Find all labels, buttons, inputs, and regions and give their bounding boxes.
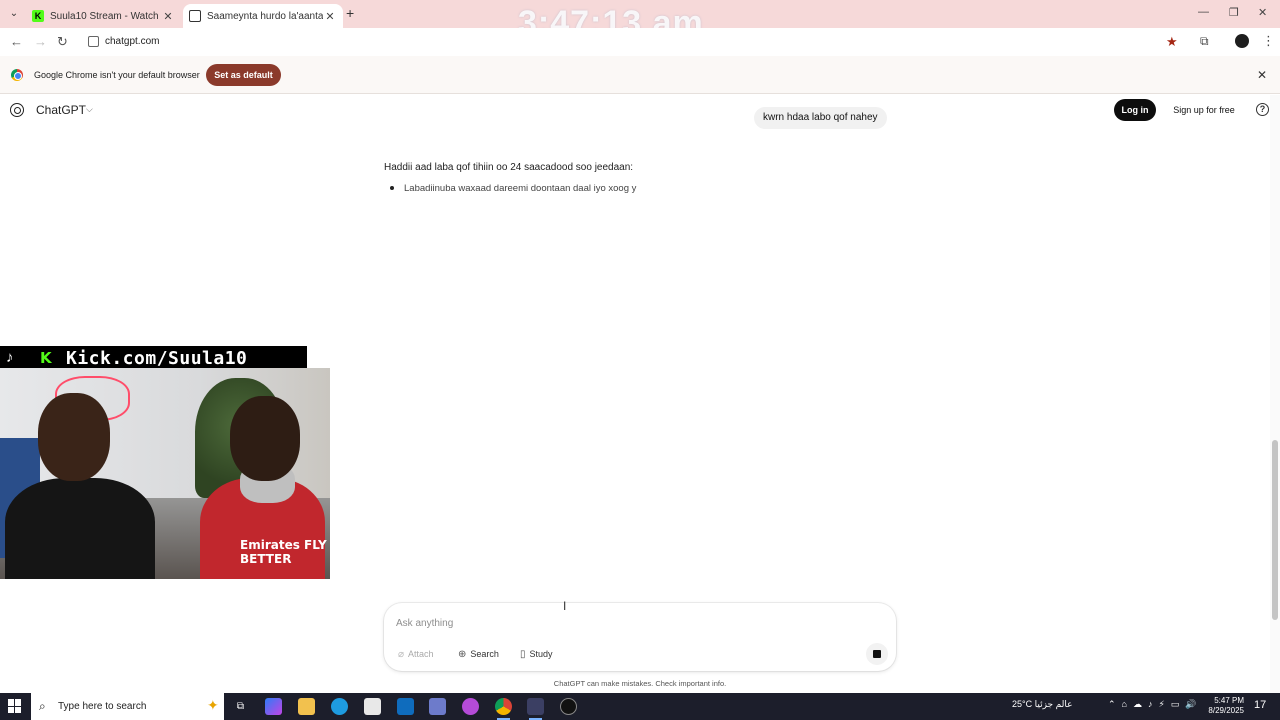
bookmark-star-icon[interactable]: ★	[1166, 34, 1178, 50]
taskbar-search-placeholder: Type here to search	[58, 701, 147, 712]
person-left-body	[5, 478, 155, 579]
tiktok-icon: ♪	[6, 349, 14, 366]
help-icon[interactable]: ?	[1256, 103, 1269, 116]
store-icon[interactable]	[364, 698, 381, 715]
bullet-dot-icon	[390, 186, 394, 191]
edge-icon[interactable]	[331, 698, 348, 715]
reload-icon[interactable]: ↻	[57, 34, 68, 50]
new-tab-button[interactable]: +	[346, 5, 354, 21]
bullet-text: Labadiinuba waxaad dareemi doontaan daal…	[404, 183, 637, 194]
kick-logo-icon: K	[40, 349, 52, 367]
site-info-icon[interactable]	[88, 36, 99, 47]
tab-close-icon[interactable]: ✕	[161, 10, 175, 23]
back-arrow-icon[interactable]: ←	[10, 34, 23, 49]
study-button[interactable]: ▯ Study	[520, 645, 553, 663]
taskbar-date: 8/29/2025	[1208, 706, 1244, 715]
model-selector[interactable]: ChatGPT	[36, 103, 86, 117]
windows-start-icon[interactable]	[8, 699, 22, 713]
kick-favicon-icon: K	[32, 10, 44, 22]
menu-kebab-icon[interactable]: ⋮	[1262, 33, 1275, 49]
search-icon: ⌕	[39, 699, 46, 713]
tab-chatgpt[interactable]: Saameynta hurdo la'aanta ✕	[183, 4, 343, 28]
notification-center-icon[interactable]: 17	[1254, 699, 1266, 711]
file-explorer-icon[interactable]	[298, 698, 315, 715]
disclaimer-text: ChatGPT can make mistakes. Check importa…	[553, 679, 727, 688]
tab-strip: ⌄ K Suula10 Stream - Watch Live o ✕ Saam…	[0, 0, 1280, 40]
recorder-icon[interactable]	[527, 698, 544, 720]
webcam-video: Emirates FLY BETTER	[0, 368, 330, 579]
window-close-button[interactable]: ✕	[1258, 6, 1267, 19]
weather-widget[interactable]: 25°C عالم جزئيا	[1012, 699, 1072, 710]
forward-arrow-icon[interactable]: →	[34, 34, 47, 49]
task-view-icon[interactable]: ⧉	[232, 698, 249, 715]
attach-label: Attach	[408, 649, 434, 659]
app-icon[interactable]	[429, 698, 446, 715]
url-text[interactable]: chatgpt.com	[105, 36, 159, 47]
shirt-sponsor-text: Emirates FLY BETTER	[240, 538, 327, 566]
scrollbar-thumb[interactable]	[1272, 440, 1278, 620]
book-icon: ▯	[520, 648, 526, 660]
chatgpt-logo-icon[interactable]	[10, 103, 24, 117]
person-left-head	[38, 393, 110, 481]
globe-icon: ⊕	[458, 648, 467, 660]
chrome-icon[interactable]	[495, 698, 512, 720]
restore-button[interactable]: ❐	[1229, 6, 1239, 19]
stop-generating-button[interactable]	[866, 643, 888, 665]
banner-close-icon[interactable]: ✕	[1257, 68, 1267, 82]
default-browser-banner: Google Chrome isn't your default browser…	[0, 56, 1280, 94]
tab-kick-stream[interactable]: K Suula10 Stream - Watch Live o ✕	[26, 4, 181, 28]
search-button[interactable]: ⊕ Search	[458, 645, 499, 663]
person-right-head	[230, 396, 300, 481]
windows-taskbar: ⌕ Type here to search ✦ ⧉ 25°C عالم جزئي…	[0, 693, 1280, 720]
profile-avatar[interactable]	[1235, 34, 1249, 48]
stream-channel-bar: ♪ K Kick.com/Suula10	[0, 346, 307, 369]
taskbar-time: 5:47 PM	[1214, 696, 1244, 705]
chatgpt-favicon-icon	[189, 10, 201, 22]
tab-close-icon[interactable]: ✕	[323, 10, 337, 23]
address-bar[interactable]: chatgpt.com	[80, 30, 1190, 54]
minimize-button[interactable]: —	[1198, 6, 1209, 18]
system-tray-icons[interactable]: ⌃⌂☁♪⚡▭🔊	[1108, 699, 1203, 710]
taskbar-search-box[interactable]: ⌕ Type here to search ✦	[31, 693, 224, 720]
sparkle-icon: ✦	[207, 697, 219, 713]
obs-icon[interactable]	[560, 698, 577, 715]
tab-title: Saameynta hurdo la'aanta	[207, 10, 323, 22]
assistant-bullet-item: Labadiinuba waxaad dareemi doontaan daal…	[390, 183, 636, 194]
browser-toolbar: ← → ↻ chatgpt.com ★ ⧉ ⋮	[0, 28, 1280, 56]
search-label: Search	[470, 649, 499, 659]
signup-button[interactable]: Sign up for free	[1164, 99, 1244, 121]
chrome-logo-icon	[11, 69, 23, 81]
tab-title: Suula10 Stream - Watch Live o	[50, 10, 161, 22]
copilot-icon[interactable]	[265, 698, 282, 715]
paperclip-icon: ⌀	[398, 648, 405, 660]
text-cursor-icon: I	[563, 599, 567, 613]
set-default-button[interactable]: Set as default	[206, 64, 281, 86]
taskbar-clock[interactable]: 5:47 PM 8/29/2025	[1200, 696, 1244, 716]
outlook-icon[interactable]	[397, 698, 414, 715]
chevron-down-icon[interactable]: ⌵	[86, 104, 93, 115]
tab-search-icon[interactable]: ⌄	[6, 6, 22, 22]
prompt-composer: ⌀Attach ⊕Search ▯Study	[384, 603, 896, 671]
login-button[interactable]: Log in	[1114, 99, 1156, 121]
banner-message: Google Chrome isn't your default browser	[34, 70, 200, 80]
assistant-message-intro: Haddii aad laba qof tihiin oo 24 saacado…	[384, 162, 634, 173]
extensions-icon[interactable]: ⧉	[1200, 34, 1209, 49]
prompt-input[interactable]	[396, 615, 836, 631]
study-label: Study	[529, 649, 553, 659]
stream-channel-text: Kick.com/Suula10	[66, 348, 248, 369]
attach-button[interactable]: ⌀ Attach	[398, 645, 434, 663]
messenger-icon[interactable]	[462, 698, 479, 715]
user-message-bubble: kwrn hdaa labo qof nahey	[754, 107, 887, 129]
